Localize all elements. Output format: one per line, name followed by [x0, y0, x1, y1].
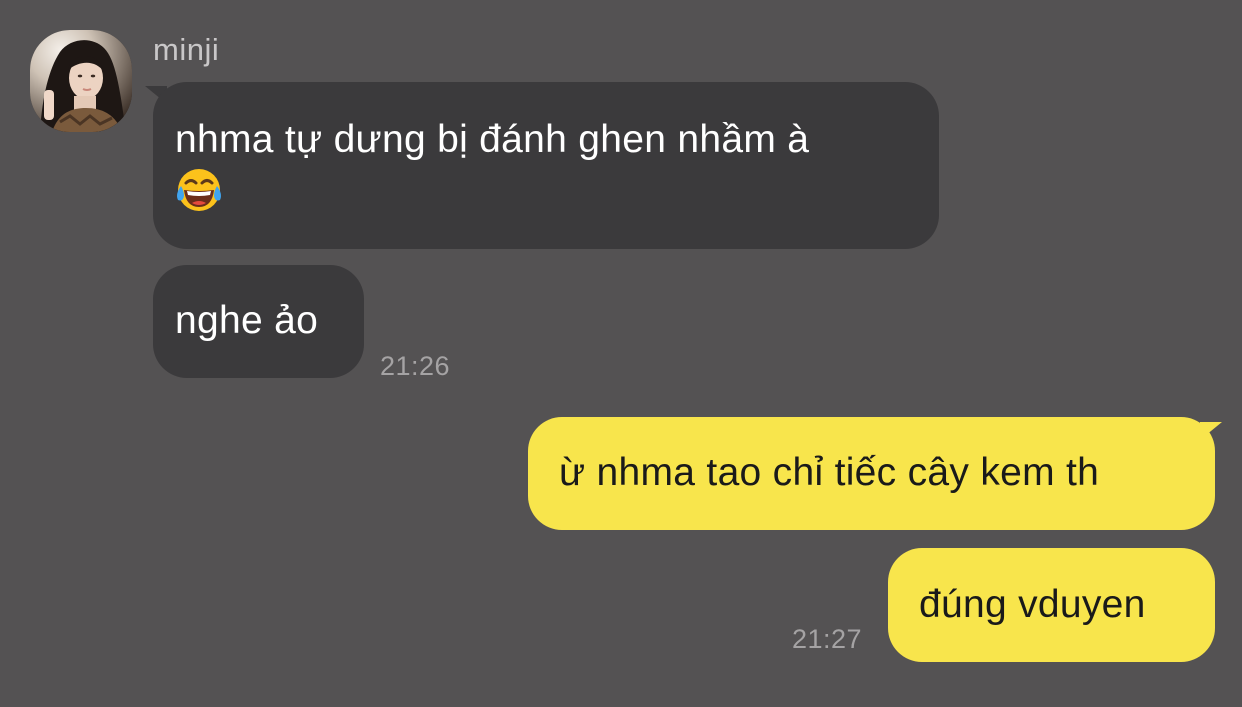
timestamp: 21:27	[792, 624, 863, 654]
incoming-message[interactable]: nhma tự dưng bị đánh ghen nhầm à	[153, 82, 939, 249]
message-text: ừ nhma tao chỉ tiếc cây kem th	[559, 451, 1100, 494]
sender-name: minji	[153, 32, 220, 67]
message-text: đúng vduyen	[919, 583, 1146, 626]
avatar-photo-icon	[30, 30, 132, 132]
outgoing-message[interactable]: đúng vduyen	[888, 548, 1215, 662]
outgoing-message[interactable]: ừ nhma tao chỉ tiếc cây kem th	[528, 417, 1215, 530]
message-text: nghe ảo	[175, 299, 319, 342]
chat-view: minji nhma tự dưng bị đánh ghen nhầm à n…	[0, 0, 1242, 707]
laughing-tears-emoji-icon	[175, 166, 223, 228]
incoming-message[interactable]: nghe ảo	[153, 265, 364, 378]
message-text: nhma tự dưng bị đánh ghen nhầm à	[175, 118, 810, 161]
timestamp: 21:26	[380, 351, 451, 381]
sender-avatar[interactable]	[30, 30, 132, 132]
